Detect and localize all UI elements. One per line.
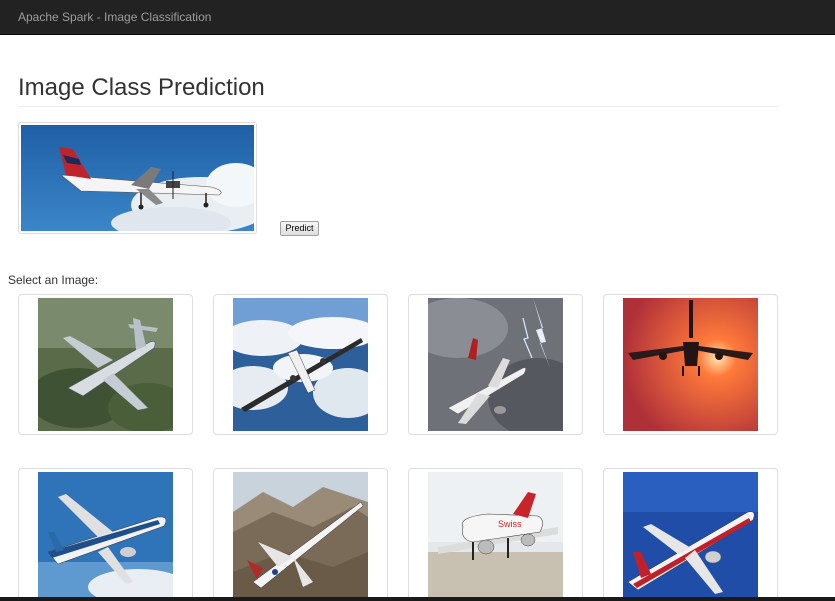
select-image-label: Select an Image: xyxy=(8,273,99,287)
gallery-image-8[interactable] xyxy=(603,468,778,601)
airliner-at-sunset-photo xyxy=(623,298,758,431)
page-title: Image Class Prediction xyxy=(18,74,265,101)
airliner-on-runway-photo: Swiss xyxy=(428,472,563,601)
airliner-in-storm-photo xyxy=(428,298,563,431)
propeller-plane-over-clouds-photo xyxy=(233,298,368,431)
window-bottom-edge xyxy=(0,597,835,601)
navbar-brand[interactable]: Apache Spark - Image Classification xyxy=(18,10,211,24)
title-divider xyxy=(18,106,778,107)
gallery-image-5[interactable] xyxy=(18,468,193,601)
gallery-image-2[interactable] xyxy=(213,294,388,435)
business-jet-photo xyxy=(38,298,173,431)
gallery-image-6[interactable] xyxy=(213,468,388,601)
gallery-image-3[interactable] xyxy=(408,294,583,435)
supersonic-jet-photo xyxy=(233,472,368,601)
boeing-737-max-photo xyxy=(38,472,173,601)
selected-airplane-photo xyxy=(21,125,254,231)
gallery-image-4[interactable] xyxy=(603,294,778,435)
navbar: Apache Spark - Image Classification xyxy=(0,0,835,35)
svg-text:Swiss: Swiss xyxy=(498,519,522,529)
selected-image-preview xyxy=(18,122,257,234)
gallery-image-7[interactable]: Swiss xyxy=(408,468,583,601)
gallery-image-1[interactable] xyxy=(18,294,193,435)
predict-button[interactable]: Predict xyxy=(280,221,319,236)
boeing-red-white-airliner-photo xyxy=(623,472,758,601)
